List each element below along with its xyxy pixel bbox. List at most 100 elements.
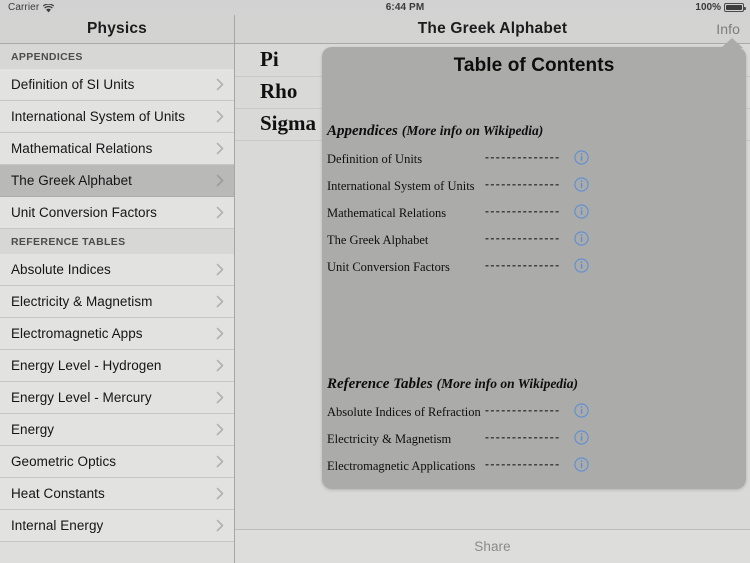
sidebar-item-label: Energy [11, 422, 55, 437]
sidebar-item-international-system-of-units[interactable]: International System of Units [0, 101, 234, 133]
sidebar-title: Physics [87, 20, 147, 37]
info-circle-icon[interactable] [574, 258, 589, 273]
sidebar-item-label: Energy Level - Hydrogen [11, 358, 162, 373]
toc-entry[interactable]: Electromagnetic Applications ------------… [322, 456, 746, 483]
greek-letter-name: Sigma [260, 111, 317, 135]
info-circle-icon[interactable] [574, 177, 589, 192]
sidebar-item-internal-energy[interactable]: Internal Energy [0, 510, 234, 542]
sidebar-item-label: Energy Level - Mercury [11, 390, 152, 405]
toc-section-heading: Appendices (More info on Wikipedia) [322, 123, 746, 140]
toc-entry-label: Unit Conversion Factors [327, 260, 450, 274]
page-title: The Greek Alphabet [417, 20, 568, 37]
toc-entry-leader-dashes: -------------- [485, 431, 559, 444]
sidebar-item-energy[interactable]: Energy [0, 414, 234, 446]
chevron-right-icon [216, 263, 224, 276]
chevron-right-icon [216, 295, 224, 308]
sidebar-list[interactable]: APPENDICES Definition of SI Units Internat… [0, 44, 234, 542]
toc-entry[interactable]: Electricity & Magnetism -------------- [322, 429, 746, 456]
toc-section-appendices: Appendices (More info on Wikipedia) Defini… [322, 123, 746, 284]
toc-entry[interactable]: Absolute Indices of Refraction ----------… [322, 402, 746, 429]
battery-percent-label: 100% [695, 2, 721, 13]
toc-section-heading-main: Appendices [327, 123, 398, 139]
popover-arrow [721, 38, 743, 48]
toc-section-reference-tables: Reference Tables (More info on Wikipedia)… [322, 376, 746, 483]
sidebar-item-unit-conversion-factors[interactable]: Unit Conversion Factors [0, 197, 234, 229]
greek-letter-name: Pi [260, 47, 279, 71]
toc-entry-leader-dashes: -------------- [485, 151, 559, 164]
toc-section-heading-sub[interactable]: (More info on Wikipedia) [398, 123, 543, 138]
sidebar-item-label: International System of Units [11, 109, 186, 124]
battery-full-icon [724, 3, 746, 12]
sidebar-item-electricity-magnetism[interactable]: Electricity & Magnetism [0, 286, 234, 318]
info-circle-icon[interactable] [574, 457, 589, 472]
toc-entry[interactable]: Definition of Units -------------- [322, 149, 746, 176]
chevron-right-icon [216, 110, 224, 123]
chevron-right-icon [216, 78, 224, 91]
chevron-right-icon [216, 174, 224, 187]
status-bar: Carrier 6:44 PM 100% [0, 0, 750, 15]
toc-entry[interactable]: Unit Conversion Factors -------------- [322, 257, 746, 284]
sidebar-item-mathematical-relations[interactable]: Mathematical Relations [0, 133, 234, 165]
sidebar-item-label: The Greek Alphabet [11, 173, 132, 188]
toc-entry-leader-dashes: -------------- [485, 259, 559, 272]
sidebar-item-label: Absolute Indices [11, 262, 111, 277]
toc-entry-leader-dashes: -------------- [485, 458, 559, 471]
sidebar-item-energy-level-hydrogen[interactable]: Energy Level - Hydrogen [0, 350, 234, 382]
toc-entry[interactable]: The Greek Alphabet -------------- [322, 230, 746, 257]
sidebar-item-energy-level-mercury[interactable]: Energy Level - Mercury [0, 382, 234, 414]
toc-entry-label: Electricity & Magnetism [327, 432, 452, 446]
sidebar-item-absolute-indices[interactable]: Absolute Indices [0, 254, 234, 286]
toc-section-heading-main: Reference Tables [327, 376, 433, 392]
sidebar-item-electromagnetic-apps[interactable]: Electromagnetic Apps [0, 318, 234, 350]
sidebar-navbar: Physics [0, 15, 234, 44]
toc-section-heading-sub[interactable]: (More info on Wikipedia) [433, 376, 578, 391]
chevron-right-icon [216, 206, 224, 219]
greek-letter-name: Rho [260, 79, 298, 103]
sidebar-item-label: Internal Energy [11, 518, 104, 533]
sidebar: Physics APPENDICES Definition of SI Units… [0, 15, 235, 563]
bottom-toolbar: Share [235, 529, 750, 563]
toc-entry-label: The Greek Alphabet [327, 233, 429, 247]
info-circle-icon[interactable] [574, 150, 589, 165]
sidebar-item-geometric-optics[interactable]: Geometric Optics [0, 446, 234, 478]
sidebar-item-heat-constants[interactable]: Heat Constants [0, 478, 234, 510]
ipad-screen: Carrier 6:44 PM 100% Physics APPENDICES D… [0, 0, 750, 563]
toc-entry-leader-dashes: -------------- [485, 232, 559, 245]
status-bar-clock: 6:44 PM [385, 2, 425, 13]
share-button[interactable]: Share [474, 539, 511, 554]
popover-title: Table of Contents [453, 55, 615, 76]
sidebar-item-label: Mathematical Relations [11, 141, 153, 156]
toc-entry-label: International System of Units [327, 179, 475, 193]
toc-entry-leader-dashes: -------------- [485, 404, 559, 417]
info-circle-icon[interactable] [574, 204, 589, 219]
sidebar-item-label: Electricity & Magnetism [11, 294, 153, 309]
toc-entry[interactable]: International System of Units -----------… [322, 176, 746, 203]
sidebar-item-label: Geometric Optics [11, 454, 117, 469]
chevron-right-icon [216, 519, 224, 532]
chevron-right-icon [216, 327, 224, 340]
chevron-right-icon [216, 359, 224, 372]
sidebar-item-the-greek-alphabet[interactable]: The Greek Alphabet [0, 165, 234, 197]
toc-entry-label: Electromagnetic Applications [327, 459, 476, 473]
sidebar-item-label: Heat Constants [11, 486, 105, 501]
info-circle-icon[interactable] [574, 403, 589, 418]
chevron-right-icon [216, 455, 224, 468]
sidebar-item-definition-of-si-units[interactable]: Definition of SI Units [0, 69, 234, 101]
sidebar-section-header: REFERENCE TABLES [0, 229, 234, 254]
toc-section-heading: Reference Tables (More info on Wikipedia) [322, 376, 746, 393]
sidebar-item-label: Definition of SI Units [11, 77, 135, 92]
info-circle-icon[interactable] [574, 430, 589, 445]
chevron-right-icon [216, 142, 224, 155]
sidebar-section-header: APPENDICES [0, 44, 234, 69]
sidebar-item-label: Unit Conversion Factors [11, 205, 157, 220]
chevron-right-icon [216, 487, 224, 500]
info-circle-icon[interactable] [574, 231, 589, 246]
status-bar-right: 100% [695, 2, 746, 13]
toc-entry-leader-dashes: -------------- [485, 205, 559, 218]
toc-entry-label: Mathematical Relations [327, 206, 447, 220]
toc-entry[interactable]: Mathematical Relations -------------- [322, 203, 746, 230]
toc-entry-label: Definition of Units [327, 152, 423, 166]
info-button[interactable]: Info [716, 21, 740, 37]
toc-entry-leader-dashes: -------------- [485, 178, 559, 191]
toc-entry-label: Absolute Indices of Refraction [327, 405, 481, 419]
